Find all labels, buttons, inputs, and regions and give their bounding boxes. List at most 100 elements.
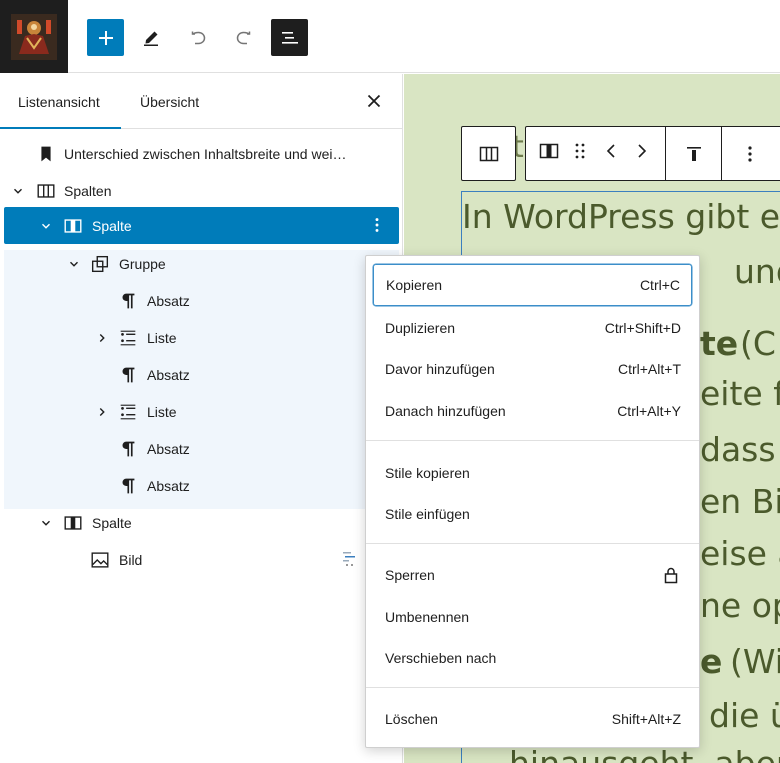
menu-item-copy-styles[interactable]: Stile kopieren	[373, 452, 692, 494]
menu-item-insert-after[interactable]: Danach hinzufügen Ctrl+Alt+Y	[373, 390, 692, 432]
chevron-down-icon[interactable]	[10, 183, 26, 199]
paragraph-text-fragment[interactable]: (Wi	[730, 642, 780, 681]
chevron-down-icon[interactable]	[38, 515, 54, 531]
tab-outline[interactable]: Übersicht	[140, 74, 199, 129]
list-item-column[interactable]: Spalte	[4, 504, 399, 541]
redo-icon	[236, 31, 250, 44]
list-item-label: Spalte	[92, 217, 132, 234]
menu-item-move-to[interactable]: Verschieben nach	[373, 637, 692, 679]
menu-item-delete[interactable]: Löschen Shift+Alt+Z	[373, 698, 692, 740]
paragraph-text-fragment[interactable]: eite f	[700, 374, 780, 413]
block-toolbar	[525, 126, 780, 181]
sidebar-tabs: Listenansicht Übersicht	[0, 74, 402, 129]
list-item-list[interactable]: Liste	[4, 319, 399, 356]
menu-item-duplicate[interactable]: Duplizieren Ctrl+Shift+D	[373, 307, 692, 349]
list-item-label: Spalte	[92, 514, 132, 531]
select-parent-block-button[interactable]	[461, 126, 516, 181]
menu-item-label: Kopieren	[386, 277, 443, 293]
align-top-icon	[686, 146, 701, 161]
columns-icon	[34, 179, 58, 203]
chevron-right-icon[interactable]	[94, 330, 110, 346]
list-icon	[116, 400, 140, 424]
chevron-down-icon[interactable]	[66, 256, 82, 272]
menu-item-label: Umbenennen	[385, 609, 470, 625]
chevron-down-icon[interactable]	[38, 218, 54, 234]
paragraph-text-fragment[interactable]: (C	[740, 324, 776, 363]
block-options-button[interactable]	[722, 127, 778, 180]
tools-button[interactable]	[132, 19, 169, 56]
list-item-column-selected[interactable]: Spalte	[4, 207, 399, 244]
list-item-paragraph[interactable]: Absatz	[4, 356, 399, 393]
paragraph-text-fragment[interactable]: en Bi	[700, 482, 780, 521]
list-view-icon	[281, 31, 298, 44]
paragraph-icon	[116, 363, 140, 387]
menu-item-label: Sperren	[385, 567, 435, 583]
list-item-paragraph[interactable]: Absatz	[4, 467, 399, 504]
menu-item-shortcut: Ctrl+Alt+T	[617, 361, 681, 377]
paragraph-bold-fragment[interactable]: te	[700, 324, 738, 363]
paragraph-text-fragment[interactable]: und	[734, 252, 780, 291]
list-item-columns[interactable]: Spalten	[4, 172, 399, 209]
group-icon	[88, 252, 112, 276]
undo-button[interactable]	[179, 19, 216, 56]
move-left-button[interactable]	[599, 139, 623, 168]
list-item-label: Absatz	[147, 292, 190, 309]
more-vertical-icon	[748, 145, 752, 162]
menu-item-shortcut: Shift+Alt+Z	[611, 711, 681, 727]
redo-button[interactable]	[225, 19, 262, 56]
menu-item-rename[interactable]: Umbenennen	[373, 596, 692, 638]
lock-icon	[661, 565, 681, 585]
close-sidebar-button[interactable]	[364, 91, 384, 111]
list-item-label: Unterschied zwischen Inhaltsbreite und w…	[64, 145, 347, 162]
list-icon	[116, 326, 140, 350]
menu-item-label: Duplizieren	[385, 320, 456, 336]
vertical-align-button[interactable]	[666, 127, 722, 180]
block-type-button[interactable]	[537, 139, 561, 168]
menu-separator	[366, 687, 699, 688]
pencil-icon	[143, 31, 158, 46]
chevron-right-icon[interactable]	[94, 404, 110, 420]
add-block-button[interactable]	[87, 19, 124, 56]
move-right-button[interactable]	[630, 139, 654, 168]
document-overview-button[interactable]	[271, 19, 308, 56]
list-item-label: Absatz	[147, 477, 190, 494]
list-item-paragraph[interactable]: Absatz	[4, 282, 399, 319]
menu-item-paste-styles[interactable]: Stile einfügen	[373, 493, 692, 535]
list-item-heading[interactable]: Unterschied zwischen Inhaltsbreite und w…	[4, 135, 399, 172]
tab-list-view[interactable]: Listenansicht	[18, 74, 100, 129]
chevron-left-icon	[606, 144, 615, 158]
list-view-sidebar: Listenansicht Übersicht Unterschied zwis…	[0, 74, 403, 763]
drag-handle[interactable]	[568, 139, 592, 168]
block-options-button[interactable]	[367, 215, 387, 235]
paragraph-text-fragment[interactable]: ne opt	[700, 586, 780, 625]
drag-chip-icon	[341, 550, 359, 568]
menu-item-insert-before[interactable]: Davor hinzufügen Ctrl+Alt+T	[373, 348, 692, 390]
list-item-image[interactable]: Bild	[4, 541, 399, 578]
paragraph-text-fragment[interactable]: eise a	[700, 534, 780, 573]
image-icon	[88, 548, 112, 572]
list-item-group[interactable]: Gruppe	[4, 245, 399, 282]
active-tab-indicator	[0, 127, 121, 129]
list-item-label: Absatz	[147, 366, 190, 383]
paragraph-text-fragment[interactable]: die ü	[709, 696, 780, 735]
paragraph-text-fragment[interactable]: dass	[700, 430, 776, 469]
paragraph-icon	[116, 474, 140, 498]
menu-item-label: Davor hinzufügen	[385, 361, 495, 377]
list-item-paragraph[interactable]: Absatz	[4, 430, 399, 467]
bookmark-icon	[34, 142, 58, 166]
more-vertical-icon	[375, 218, 379, 232]
list-item-list[interactable]: Liste	[4, 393, 399, 430]
site-logo-icon	[11, 13, 57, 60]
paragraph-bold-fragment[interactable]: e	[700, 642, 722, 681]
list-item-label: Liste	[147, 403, 177, 420]
site-logo[interactable]	[0, 0, 68, 73]
list-item-label: Bild	[119, 551, 143, 568]
block-switcher-group	[526, 127, 666, 180]
paragraph-text-line[interactable]: In WordPress gibt e	[462, 197, 780, 236]
menu-separator	[366, 440, 699, 441]
menu-item-label: Verschieben nach	[385, 650, 497, 666]
menu-item-lock[interactable]: Sperren	[373, 554, 692, 596]
list-item-label: Liste	[147, 329, 177, 346]
menu-item-copy[interactable]: Kopieren Ctrl+C	[373, 264, 692, 306]
column-icon	[61, 214, 85, 238]
